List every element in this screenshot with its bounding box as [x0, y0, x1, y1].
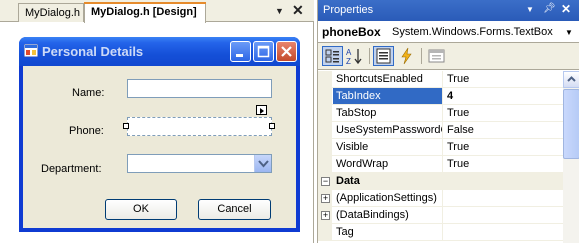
document-tab-strip: MyDialog.h MyDialog.h [Design] ▼ ✕ [0, 0, 314, 23]
properties-icon [376, 48, 391, 64]
property-value[interactable] [444, 224, 447, 240]
ok-button[interactable]: OK [105, 199, 177, 220]
property-row-word-wrap[interactable]: WordWrap True [318, 156, 579, 173]
svg-text:A: A [346, 48, 352, 57]
window-position-icon[interactable]: ▼ [526, 5, 534, 14]
property-name: (ApplicationSettings) [333, 190, 443, 206]
property-value[interactable]: True [444, 156, 469, 172]
collapse-icon[interactable]: − [321, 177, 330, 186]
toolbar-separator [369, 48, 370, 64]
resize-handle-left[interactable] [123, 123, 129, 129]
cancel-button[interactable]: Cancel [198, 199, 271, 220]
category-name: Data [336, 175, 360, 187]
property-row-tag[interactable]: Tag [318, 224, 579, 241]
property-value[interactable] [444, 207, 447, 223]
property-name: WordWrap [333, 156, 443, 172]
properties-panel: Properties ▼ 📌︎ ✕ phoneBox System.Window… [317, 0, 579, 243]
scrollbar-thumb[interactable] [563, 89, 579, 159]
property-name: UseSystemPasswordChar [333, 122, 443, 138]
property-name: TabStop [333, 105, 443, 121]
properties-view-button[interactable] [373, 46, 394, 66]
chevron-down-icon[interactable]: ▼ [275, 6, 284, 16]
property-name: (DataBindings) [333, 207, 443, 223]
minimize-button[interactable] [230, 41, 251, 62]
property-row-application-settings[interactable]: + (ApplicationSettings) [318, 190, 579, 207]
form-window[interactable]: Personal Details Name: Phone: Department… [19, 37, 300, 232]
property-pages-icon [428, 49, 445, 63]
name-label: Name: [72, 87, 105, 99]
events-button[interactable] [396, 46, 417, 66]
lightning-icon [401, 47, 412, 65]
row-gutter [318, 156, 332, 173]
phone-label: Phone: [69, 125, 104, 137]
name-textbox[interactable] [127, 79, 272, 98]
minimize-icon [236, 54, 243, 57]
form-title-bar[interactable]: Personal Details [19, 37, 300, 66]
object-type: System.Windows.Forms.TextBox [392, 26, 553, 38]
form-icon [24, 44, 38, 57]
tab-mydialog-h-design[interactable]: MyDialog.h [Design] [84, 2, 206, 23]
designer-pane: MyDialog.h MyDialog.h [Design] ▼ ✕ Perso… [0, 0, 314, 243]
design-surface[interactable]: Personal Details Name: Phone: Department… [0, 22, 314, 243]
property-row-visible[interactable]: Visible True [318, 139, 579, 156]
property-row-tab-index[interactable]: TabIndex 4 [318, 88, 579, 105]
toolbar-separator [421, 48, 422, 64]
property-grid: ShortcutsEnabled True TabIndex 4 TabStop… [318, 71, 579, 243]
form-client-area: Name: Phone: Department: OK Cancel [23, 66, 296, 228]
row-gutter [318, 224, 332, 241]
department-combobox[interactable] [127, 154, 272, 173]
alphabetical-sort-icon: A Z [346, 48, 362, 66]
maximize-icon [257, 45, 270, 58]
close-icon[interactable]: ✕ [292, 2, 304, 19]
property-name: ShortcutsEnabled [333, 71, 443, 87]
properties-toolbar: A Z [318, 43, 579, 70]
maximize-button[interactable] [253, 41, 274, 62]
object-name: phoneBox [322, 25, 381, 39]
vertical-scrollbar[interactable] [563, 71, 579, 243]
property-value[interactable]: True [444, 105, 469, 121]
categorized-button[interactable] [322, 46, 343, 66]
property-row-use-system-password-char[interactable]: UseSystemPasswordChar False [318, 122, 579, 139]
department-label: Department: [41, 163, 102, 175]
phone-textbox[interactable] [127, 117, 272, 136]
chevron-up-icon [567, 76, 576, 82]
property-row-data-bindings[interactable]: + (DataBindings) [318, 207, 579, 224]
property-name: Visible [333, 139, 443, 155]
row-gutter [318, 105, 332, 122]
property-pages-button[interactable] [426, 46, 447, 66]
properties-title: Properties [323, 4, 374, 16]
expand-icon[interactable]: + [321, 211, 330, 220]
row-gutter [318, 139, 332, 156]
dropdown-arrow-icon[interactable] [254, 155, 271, 172]
property-value[interactable]: False [444, 122, 474, 138]
category-row-data[interactable]: − Data [318, 173, 579, 190]
form-title: Personal Details [42, 44, 144, 59]
row-gutter [318, 122, 332, 139]
object-selector[interactable]: phoneBox System.Windows.Forms.TextBox ▼ [318, 21, 579, 43]
property-value[interactable]: True [444, 139, 469, 155]
resize-handle-right[interactable] [269, 123, 275, 129]
scroll-up-button[interactable] [563, 71, 579, 88]
close-icon[interactable]: ✕ [561, 2, 571, 16]
pin-icon[interactable]: 📌︎ [543, 3, 556, 14]
tab-mydialog-h[interactable]: MyDialog.h [18, 3, 84, 22]
row-gutter [318, 71, 332, 88]
property-value[interactable]: 4 [444, 88, 453, 104]
property-row-tab-stop[interactable]: TabStop True [318, 105, 579, 122]
properties-title-bar: Properties ▼ 📌︎ ✕ [318, 0, 579, 21]
chevron-down-icon[interactable]: ▼ [565, 28, 573, 37]
smart-tag-icon[interactable] [256, 105, 267, 115]
property-value[interactable]: True [444, 71, 469, 87]
property-name: TabIndex [333, 88, 443, 104]
alphabetical-button[interactable]: A Z [344, 46, 365, 66]
property-value[interactable] [444, 190, 447, 206]
close-button[interactable] [276, 41, 297, 62]
svg-text:Z: Z [346, 57, 351, 66]
row-gutter [318, 88, 332, 105]
property-name: Tag [333, 224, 443, 240]
property-row-shortcuts-enabled[interactable]: ShortcutsEnabled True [318, 71, 579, 88]
categorized-icon [325, 49, 339, 63]
expand-icon[interactable]: + [321, 194, 330, 203]
close-icon [281, 46, 292, 57]
